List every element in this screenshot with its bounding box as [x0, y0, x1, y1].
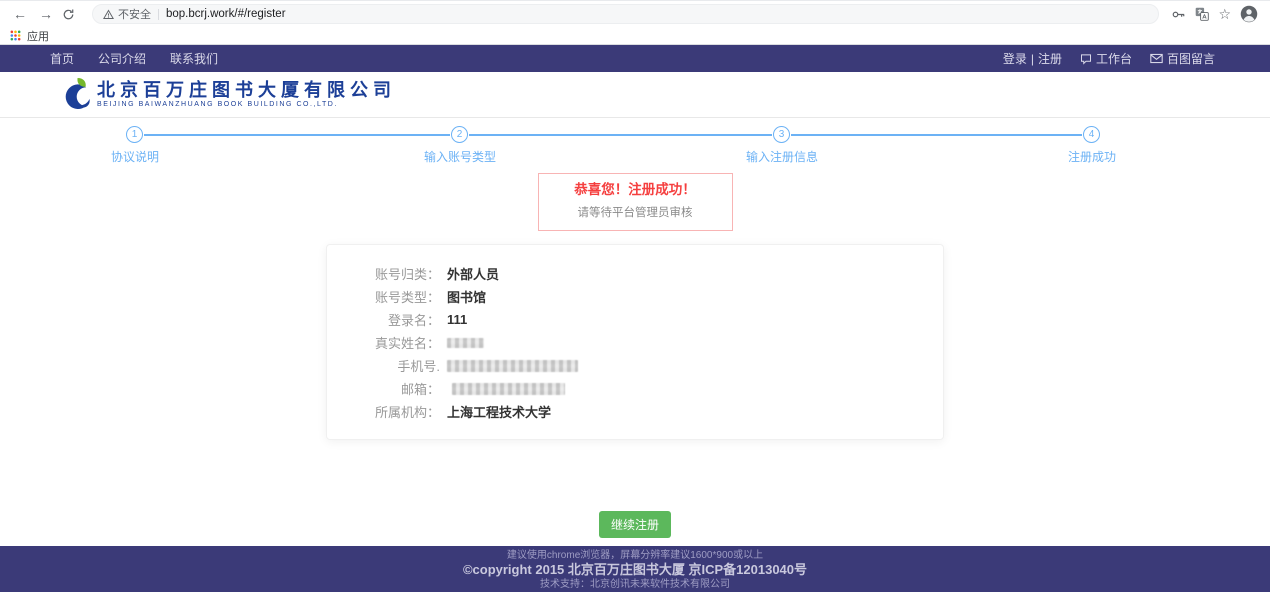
field-label-account-type: 账号类型： [327, 287, 440, 306]
translate-icon[interactable] [1195, 7, 1209, 21]
message-link[interactable]: 百图留言 [1150, 50, 1215, 67]
step-circle-2: 2 [451, 126, 468, 143]
success-subtitle: 请等待平台管理员审核 [539, 206, 732, 220]
apps-bookmark[interactable]: 应用 [27, 28, 49, 44]
table-row: 所属机构： 上海工程技术大学 [327, 400, 943, 423]
table-row: 邮箱： [327, 377, 943, 400]
step-label-account-type: 输入账号类型 [424, 148, 496, 165]
security-chip[interactable]: 不安全 [103, 6, 151, 22]
toolbar-right: ☆ [1171, 5, 1260, 23]
back-icon[interactable]: ← [10, 4, 30, 24]
success-message-box: 恭喜您！注册成功！ 请等待平台管理员审核 [538, 173, 733, 231]
step-connector [144, 134, 450, 136]
field-label-organization: 所属机构： [327, 402, 440, 421]
security-label: 不安全 [118, 6, 151, 22]
field-label-account-category: 账号归类： [327, 264, 440, 283]
redacted-phone [447, 360, 578, 372]
nav-item-contact[interactable]: 联系我们 [170, 50, 218, 67]
step-connector [469, 134, 772, 136]
field-value-organization: 上海工程技术大学 [447, 402, 551, 421]
footer-browser-tip: 建议使用chrome浏览器，屏幕分辨率建议1600*900或以上 [0, 549, 1270, 562]
message-label: 百图留言 [1167, 50, 1215, 67]
apps-grid-icon[interactable] [10, 30, 21, 41]
chat-bubble-icon [1080, 53, 1092, 65]
step-label-success: 注册成功 [1068, 148, 1116, 165]
page-footer: 建议使用chrome浏览器，屏幕分辨率建议1600*900或以上 ©copyri… [0, 546, 1270, 592]
company-title-block: 北京百万庄图书大厦有限公司 BEIJING BAIWANZHUANG BOOK … [97, 81, 396, 109]
url-text[interactable]: bop.bcrj.work/#/register [166, 8, 286, 20]
footer-copyright: ©copyright 2015 北京百万庄图书大厦 京ICP备12013040号 [0, 562, 1270, 578]
table-row: 真实姓名： [327, 331, 943, 354]
register-link[interactable]: 注册 [1038, 50, 1062, 67]
field-label-real-name: 真实姓名： [327, 333, 440, 352]
field-value-account-type: 图书馆 [447, 287, 486, 306]
browser-toolbar: ← → 不安全 bop.bcrj.work/#/register ☆ [0, 0, 1270, 27]
login-register-separator: | [1031, 52, 1034, 66]
footer-tech-support: 技术支持：北京创讯未来软件技术有限公司 [0, 578, 1270, 591]
login-link[interactable]: 登录 [1003, 50, 1027, 67]
step-circle-3: 3 [773, 126, 790, 143]
company-name-en: BEIJING BAIWANZHUANG BOOK BUILDING CO.,L… [97, 100, 396, 109]
envelope-icon [1150, 53, 1163, 64]
table-row: 登录名： 111 [327, 308, 943, 331]
company-name-cn: 北京百万庄图书大厦有限公司 [97, 81, 396, 100]
nav-item-company[interactable]: 公司介绍 [98, 50, 146, 67]
field-value-account-category: 外部人员 [447, 264, 499, 283]
redacted-email [452, 383, 565, 395]
bookmark-star-icon[interactable]: ☆ [1218, 7, 1231, 21]
redacted-real-name [447, 338, 484, 348]
step-circle-1: 1 [126, 126, 143, 143]
field-value-login-name: 111 [447, 312, 467, 327]
field-label-phone: 手机号. [327, 356, 440, 375]
login-register-links: 登录 | 注册 [1003, 50, 1062, 67]
warning-triangle-icon [103, 9, 114, 20]
omnibox-divider [158, 9, 159, 20]
nav-item-home[interactable]: 首页 [50, 50, 74, 67]
company-logo-icon [58, 77, 92, 113]
refresh-icon[interactable] [62, 8, 82, 21]
bookmarks-bar: 应用 [0, 27, 1270, 45]
continue-register-button[interactable]: 继续注册 [599, 511, 671, 538]
registration-summary-card: 账号归类： 外部人员 账号类型： 图书馆 登录名： 111 真实姓名： 手机号.… [326, 244, 944, 440]
field-label-login-name: 登录名： [327, 310, 440, 329]
success-title: 恭喜您！注册成功！ [539, 182, 732, 198]
action-row: 继续注册 [0, 511, 1270, 538]
key-icon[interactable] [1171, 7, 1186, 22]
step-circle-4: 4 [1083, 126, 1100, 143]
workbench-label: 工作台 [1096, 50, 1132, 67]
table-row: 账号类型： 图书馆 [327, 285, 943, 308]
table-row: 账号归类： 外部人员 [327, 262, 943, 285]
forward-icon[interactable]: → [36, 4, 56, 24]
address-bar[interactable]: 不安全 bop.bcrj.work/#/register [92, 4, 1159, 24]
registration-stepper: 1 2 3 4 协议说明 输入账号类型 输入注册信息 注册成功 [0, 118, 1270, 168]
field-label-email: 邮箱： [327, 379, 440, 398]
navbar-right: 登录 | 注册 工作台 百图留言 [1003, 50, 1215, 67]
site-header: 北京百万庄图书大厦有限公司 BEIJING BAIWANZHUANG BOOK … [0, 72, 1270, 118]
step-connector [791, 134, 1082, 136]
step-label-agreement: 协议说明 [111, 148, 159, 165]
table-row: 手机号. [327, 354, 943, 377]
workbench-link[interactable]: 工作台 [1080, 50, 1132, 67]
site-navbar: 首页 公司介绍 联系我们 登录 | 注册 工作台 百图留言 [0, 45, 1270, 72]
profile-avatar[interactable] [1240, 5, 1258, 23]
step-label-register-info: 输入注册信息 [746, 148, 818, 165]
